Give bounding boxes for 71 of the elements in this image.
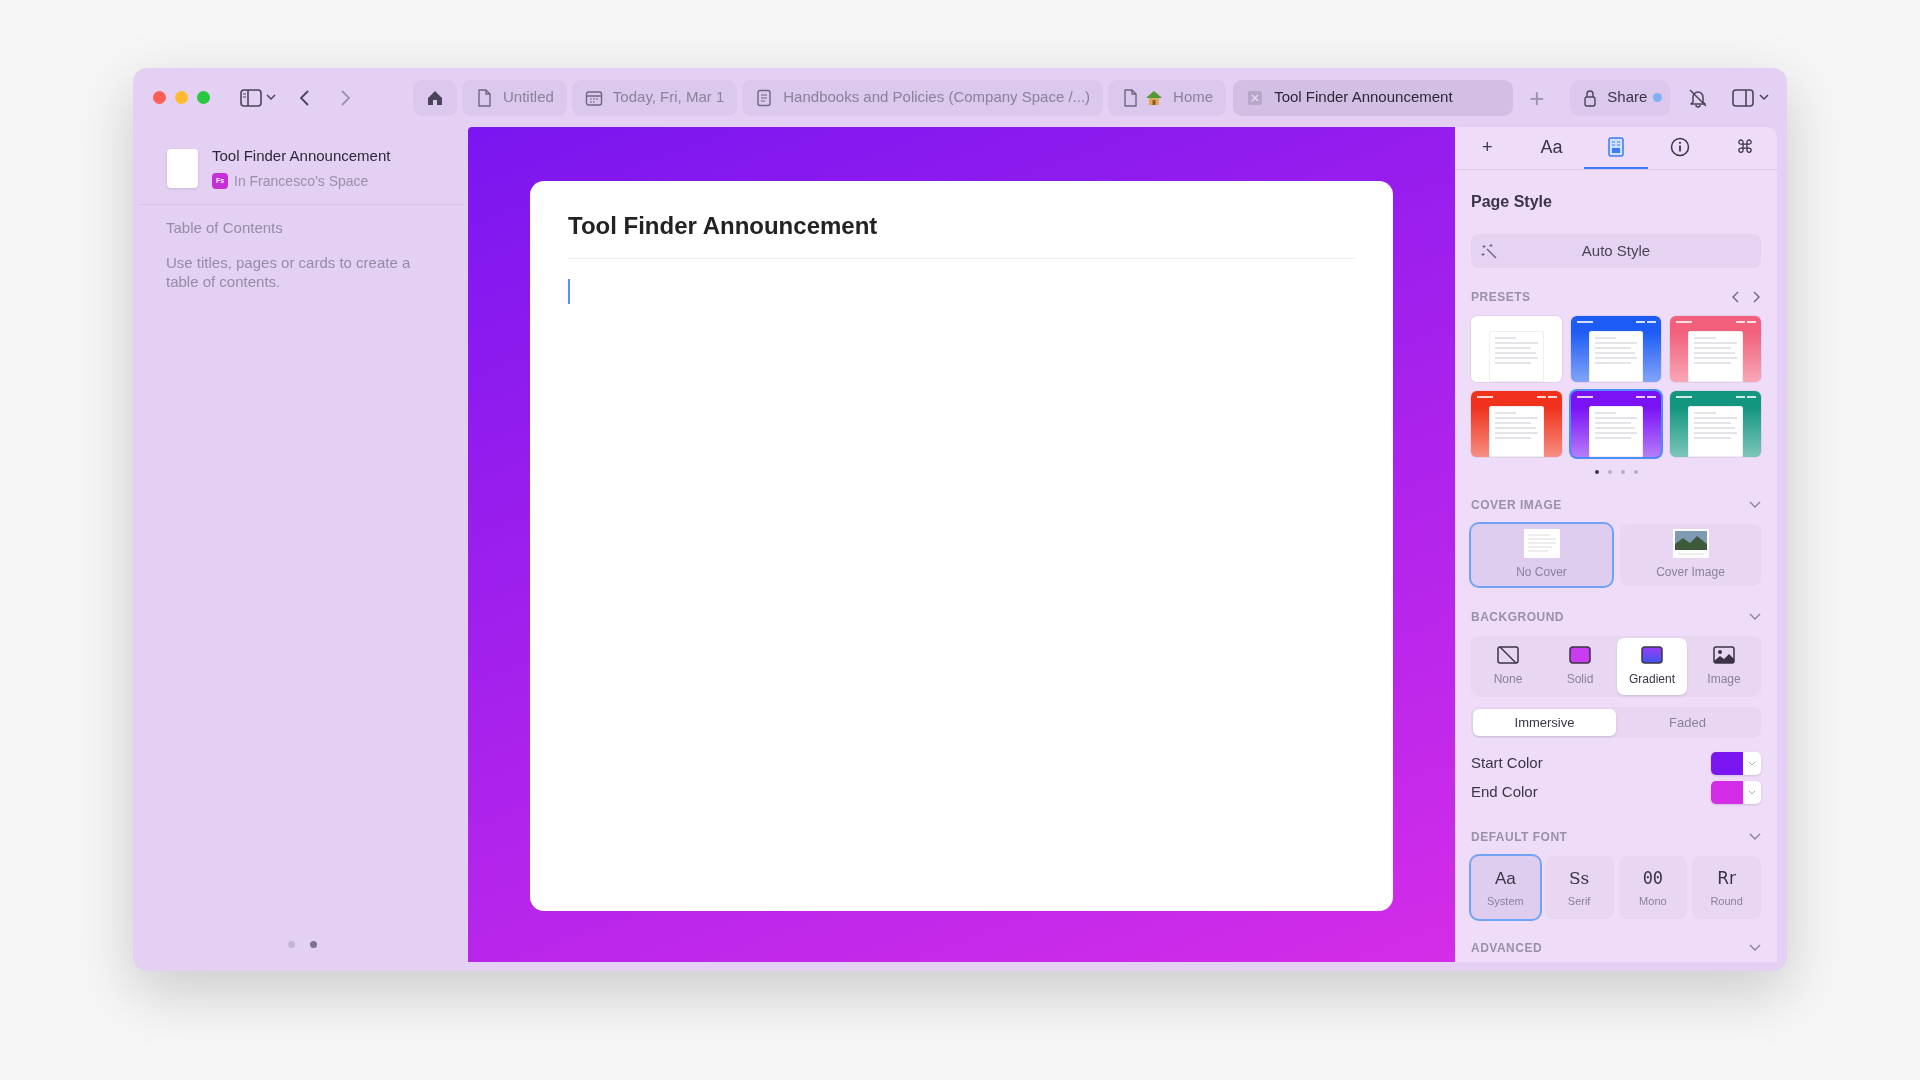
home-icon bbox=[426, 88, 444, 107]
color-picker[interactable] bbox=[1711, 752, 1761, 775]
segment-option[interactable]: Immersive bbox=[1473, 709, 1616, 736]
chevron-down-icon[interactable] bbox=[1749, 613, 1761, 621]
panel-title: Page Style bbox=[1471, 192, 1553, 212]
page-icon bbox=[1523, 529, 1560, 558]
font-option[interactable]: Ss Serif bbox=[1544, 856, 1614, 919]
auto-style-button[interactable]: Auto Style bbox=[1471, 234, 1761, 268]
document-icon bbox=[755, 88, 774, 107]
tab[interactable]: Tool Finder Announcement bbox=[1233, 79, 1514, 116]
section-label: ADVANCED bbox=[1471, 940, 1543, 957]
gradient-swatch-icon bbox=[1641, 645, 1663, 664]
preset-thumbnail[interactable] bbox=[1471, 391, 1562, 457]
sidebar-icon bbox=[1732, 88, 1755, 107]
inspector-tab[interactable]: + bbox=[1455, 127, 1520, 169]
section-label: DEFAULT FONT bbox=[1471, 829, 1568, 846]
section-label: PRESETS bbox=[1471, 289, 1531, 306]
info-icon bbox=[1670, 137, 1691, 157]
document-title: Tool Finder Announcement bbox=[212, 146, 391, 166]
chevron-down-icon bbox=[1759, 94, 1770, 101]
color-label: End Color bbox=[1471, 782, 1538, 803]
inspector-toggle-button[interactable] bbox=[1732, 88, 1770, 107]
inspector-tab[interactable]: Aa bbox=[1519, 127, 1584, 169]
chevron-down-icon[interactable] bbox=[1749, 501, 1761, 509]
bell-off-icon[interactable] bbox=[1688, 87, 1709, 108]
toc-heading: Table of Contents bbox=[165, 217, 284, 238]
section-label: BACKGROUND bbox=[1471, 609, 1564, 626]
font-option[interactable]: Aa System bbox=[1471, 856, 1540, 919]
document-heading: Tool Finder Announcement bbox=[568, 208, 1355, 259]
image-icon bbox=[1713, 645, 1735, 664]
color-label: Start Color bbox=[1471, 753, 1543, 774]
page-thumbnail bbox=[167, 148, 198, 188]
preset-thumbnail[interactable] bbox=[1670, 316, 1761, 382]
chevron-right-icon[interactable] bbox=[1753, 291, 1761, 303]
inspector-tab[interactable]: ⌘ bbox=[1712, 127, 1778, 169]
background-option[interactable]: Gradient bbox=[1617, 638, 1687, 695]
chevron-down-icon[interactable] bbox=[1749, 833, 1761, 841]
chevron-down-icon[interactable] bbox=[1749, 944, 1761, 952]
crossed-rectangle-icon bbox=[1497, 645, 1519, 664]
magic-wand-icon bbox=[1481, 243, 1497, 259]
section-label: COVER IMAGE bbox=[1471, 497, 1562, 514]
color-picker[interactable] bbox=[1711, 781, 1761, 804]
back-icon[interactable] bbox=[298, 88, 310, 107]
square-icon bbox=[1246, 88, 1265, 107]
calendar-icon bbox=[584, 88, 603, 107]
chevron-down-icon bbox=[266, 94, 276, 101]
landscape-thumbnail-icon bbox=[1672, 529, 1709, 558]
preset-thumbnail[interactable] bbox=[1471, 316, 1562, 382]
chevron-down-icon bbox=[1748, 790, 1756, 795]
toc-hint: Use titles, pages or cards to create a table of contents. bbox=[165, 253, 412, 291]
lock-icon bbox=[1583, 88, 1598, 107]
preset-thumbnail[interactable] bbox=[1570, 316, 1662, 382]
swatch-icon bbox=[1569, 645, 1591, 664]
space-name: In Francesco’s Space bbox=[234, 171, 369, 191]
preset-thumbnail[interactable] bbox=[1570, 391, 1662, 457]
page-icon bbox=[1121, 88, 1140, 107]
house-icon bbox=[1145, 88, 1164, 107]
chevron-down-icon bbox=[1748, 761, 1756, 766]
forward-icon[interactable] bbox=[340, 88, 352, 107]
home-tab[interactable] bbox=[413, 79, 457, 116]
preset-thumbnail[interactable] bbox=[1670, 391, 1761, 457]
font-option[interactable]: Rr Round bbox=[1692, 856, 1761, 919]
sidebar-icon bbox=[240, 88, 262, 107]
chevron-left-icon[interactable] bbox=[1731, 291, 1739, 303]
font-option[interactable]: 00 Mono bbox=[1618, 856, 1688, 919]
share-button[interactable]: Share bbox=[1570, 79, 1671, 116]
page-style-icon bbox=[1607, 137, 1625, 157]
text-cursor bbox=[568, 279, 570, 304]
page-icon bbox=[475, 88, 493, 107]
close-button[interactable] bbox=[153, 91, 166, 104]
sidebar-toggle-button[interactable] bbox=[240, 88, 276, 107]
